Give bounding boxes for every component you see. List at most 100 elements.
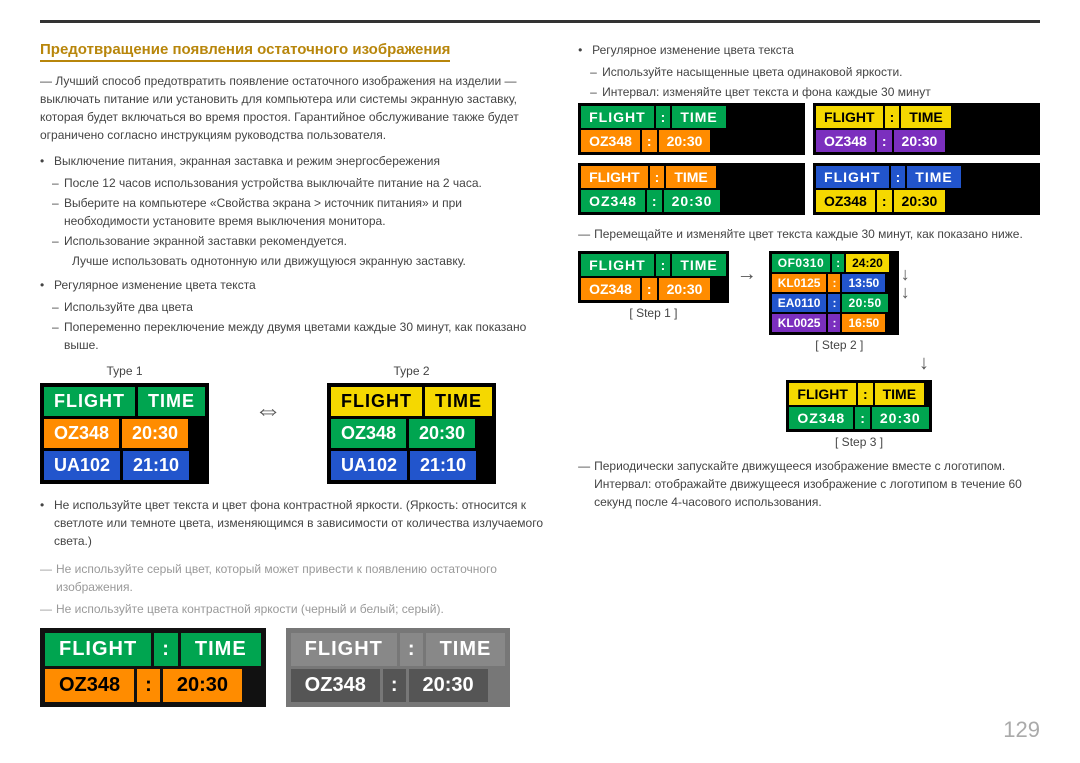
type1-board: FLIGHT TIME OZ348 20:30 UA102 21:10 xyxy=(40,383,209,484)
bot-left-row1: OZ348 : 20:30 xyxy=(45,669,261,702)
step3-label: [ Step 3 ] xyxy=(786,435,931,449)
type2-row1: OZ348 20:30 xyxy=(331,419,492,448)
sub-2: Выберите на компьютере «Свойства экрана … xyxy=(40,194,548,230)
step2-block: OF0310 : 24:20 KL0125 : 13:50 EA0110 xyxy=(769,251,910,352)
arrow-double: ⇔ xyxy=(249,394,287,426)
right-boards-grid: FLIGHT : TIME OZ348 : 20:30 FLIGHT : TIM… xyxy=(578,103,1040,215)
type2-row2: UA102 21:10 xyxy=(331,451,492,480)
bot-left-r1c3: 20:30 xyxy=(163,669,242,702)
type2-row1-col2: 20:30 xyxy=(409,419,475,448)
type1-label: Type 1 xyxy=(106,364,142,378)
bot-left-h1: FLIGHT xyxy=(45,633,151,666)
rb3-h3: TIME xyxy=(666,166,715,188)
left-column: Предотвращение появления остаточного изо… xyxy=(40,41,548,707)
rb2-header: FLIGHT : TIME xyxy=(816,106,1037,128)
step2-r2: KL0125 : 13:50 xyxy=(772,274,896,292)
s2-r1c2: : xyxy=(832,254,844,272)
right-bullet-1: Регулярное изменение цвета текста xyxy=(578,41,1040,59)
type2-header-time: TIME xyxy=(425,387,492,416)
rb1-h2: : xyxy=(656,106,671,128)
rb3-header: FLIGHT : TIME xyxy=(581,166,802,188)
step2-board: OF0310 : 24:20 KL0125 : 13:50 EA0110 xyxy=(769,251,899,335)
bot-left-r1c2: : xyxy=(137,669,160,702)
type1-block: Type 1 FLIGHT TIME OZ348 20:30 UA102 21:… xyxy=(40,364,209,484)
down-arrow-to-step3: ↓ xyxy=(808,352,1040,375)
rb2-h1: FLIGHT xyxy=(816,106,883,128)
types-row: Type 1 FLIGHT TIME OZ348 20:30 UA102 21:… xyxy=(40,364,548,484)
type1-row1-col2: 20:30 xyxy=(122,419,188,448)
rb3-r1c3: 20:30 xyxy=(664,190,721,212)
bot-right-r1c2: : xyxy=(383,669,406,702)
bullet-3: Не используйте цвет текста и цвет фона к… xyxy=(40,496,548,550)
type2-row2-col1: UA102 xyxy=(331,451,407,480)
gray-2: Не используйте цвета контрастной яркости… xyxy=(40,600,548,618)
gray-1: Не используйте серый цвет, который может… xyxy=(40,560,548,596)
s3-r1c2: : xyxy=(855,407,870,429)
bot-left-header: FLIGHT : TIME xyxy=(45,633,261,666)
s2-r4c3: 16:50 xyxy=(842,314,885,332)
s1-h3: TIME xyxy=(672,254,725,276)
page-layout: Предотвращение появления остаточного изо… xyxy=(40,41,1040,707)
rb4-r1c3: 20:30 xyxy=(894,190,946,212)
step2-r1: OF0310 : 24:20 xyxy=(772,254,896,272)
right-sub-1: Используйте насыщенные цвета одинаковой … xyxy=(578,63,1040,81)
rb2-h2: : xyxy=(885,106,900,128)
s2-r2c2: : xyxy=(828,274,840,292)
sub-3: Использование экранной заставки рекоменд… xyxy=(40,232,548,250)
rb3-r1c2: : xyxy=(647,190,662,212)
steps-section: FLIGHT : TIME OZ348 : 20:30 [ Step 1 ] xyxy=(578,251,1040,511)
s3-h2: : xyxy=(858,383,873,405)
step3-block: FLIGHT : TIME OZ348 : 20:30 [ Step 3 ] xyxy=(578,380,1040,449)
type2-header-flight: FLIGHT xyxy=(331,387,422,416)
step1-header: FLIGHT : TIME xyxy=(581,254,726,276)
type2-header: FLIGHT TIME xyxy=(331,387,492,416)
rb3-row1: OZ348 : 20:30 xyxy=(581,190,802,212)
rb3-h1: FLIGHT xyxy=(581,166,648,188)
right-dash-1: Перемещайте и изменяйте цвет текста кажд… xyxy=(578,225,1040,243)
bottom-board-right: FLIGHT : TIME OZ348 : 20:30 xyxy=(286,628,511,707)
rb4-h1: FLIGHT xyxy=(816,166,889,188)
s1-r1c1: OZ348 xyxy=(581,278,640,300)
sub-3b: Лучше использовать однотонную или движущ… xyxy=(40,252,548,270)
right-sub-2: Интервал: изменяйте цвет текста и фона к… xyxy=(578,83,1040,101)
rb3-h2: : xyxy=(650,166,665,188)
rb4-h3: TIME xyxy=(907,166,960,188)
arrow-right-icon: → xyxy=(737,263,757,286)
type2-label: Type 2 xyxy=(393,364,429,378)
step3-header: FLIGHT : TIME xyxy=(789,383,928,405)
s1-r1c3: 20:30 xyxy=(659,278,711,300)
s2-r4c2: : xyxy=(828,314,840,332)
down-arrow-1: ↓ xyxy=(901,265,910,283)
intro-text: — Лучший способ предотвратить появление … xyxy=(40,72,548,144)
right-dash-2: Периодически запускайте движущееся изобр… xyxy=(578,457,1040,511)
type1-row1-col1: OZ348 xyxy=(44,419,119,448)
s1-h2: : xyxy=(656,254,671,276)
rb3-r1c1: OZ348 xyxy=(581,190,645,212)
bullet-2: Регулярное изменение цвета текста xyxy=(40,276,548,294)
s2-r3c1: EA0110 xyxy=(772,294,827,312)
step3-board: FLIGHT : TIME OZ348 : 20:30 xyxy=(786,380,931,432)
sub-4: Используйте два цвета xyxy=(40,298,548,316)
step1-board: FLIGHT : TIME OZ348 : 20:30 xyxy=(578,251,729,303)
right-board-3: FLIGHT : TIME OZ348 : 20:30 xyxy=(578,163,805,215)
section-title: Предотвращение появления остаточного изо… xyxy=(40,41,450,62)
bot-right-row1: OZ348 : 20:30 xyxy=(291,669,506,702)
rb2-r1c3: 20:30 xyxy=(894,130,946,152)
s2-r2c3: 13:50 xyxy=(842,274,885,292)
type1-header-time: TIME xyxy=(138,387,205,416)
rb1-r1c3: 20:30 xyxy=(659,130,711,152)
type1-row1: OZ348 20:30 xyxy=(44,419,205,448)
step1-row1: OZ348 : 20:30 xyxy=(581,278,726,300)
rb1-h3: TIME xyxy=(672,106,725,128)
bot-right-r1c1: OZ348 xyxy=(291,669,380,702)
type1-header-flight: FLIGHT xyxy=(44,387,135,416)
sub-1: После 12 часов использования устройства … xyxy=(40,174,548,192)
s2-r1c1: OF0310 xyxy=(772,254,830,272)
s3-h3: TIME xyxy=(875,383,924,405)
type2-block: Type 2 FLIGHT TIME OZ348 20:30 UA102 21:… xyxy=(327,364,496,484)
step2-inner: OF0310 : 24:20 KL0125 : 13:50 EA0110 xyxy=(769,251,910,335)
s2-r2c1: KL0125 xyxy=(772,274,827,292)
s3-r1c1: OZ348 xyxy=(789,407,853,429)
double-down-arrows: ↓ ↓ xyxy=(901,265,910,301)
rb1-row1: OZ348 : 20:30 xyxy=(581,130,802,152)
